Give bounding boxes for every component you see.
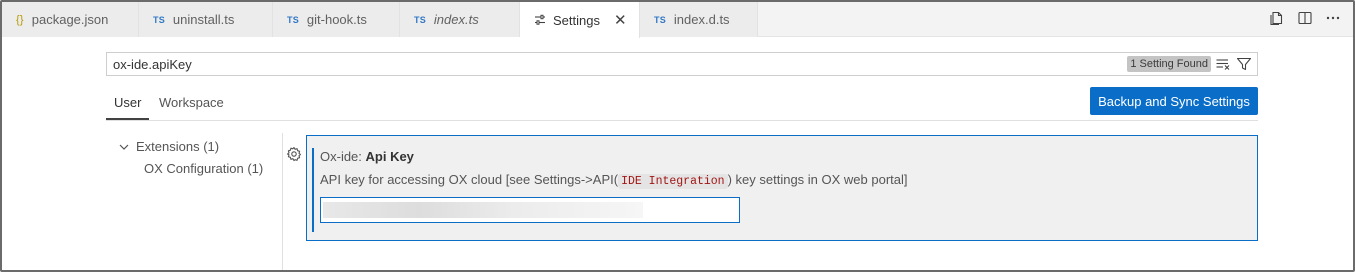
tab-git-hook-ts[interactable]: TS git-hook.ts [273, 2, 400, 37]
close-icon[interactable]: ✕ [614, 13, 627, 28]
toc-extensions-label: Extensions (1) [136, 139, 220, 154]
description-code: IDE Integration [618, 174, 728, 189]
typescript-icon: TS [654, 14, 666, 25]
split-editor-icon[interactable] [1297, 10, 1313, 26]
editor-actions [1269, 10, 1341, 26]
settings-editor-window: {} package.json TS uninstall.ts TS git-h… [0, 0, 1355, 272]
tab-label: Settings [553, 12, 600, 28]
editor-tab-bar: {} package.json TS uninstall.ts TS git-h… [2, 2, 1353, 38]
tab-uninstall-ts[interactable]: TS uninstall.ts [139, 2, 273, 37]
typescript-icon: TS [153, 14, 165, 25]
settings-search-input[interactable] [113, 55, 1013, 73]
setting-item-api-key: Ox-ide: Api Key API key for accessing OX… [306, 135, 1258, 241]
typescript-icon: TS [287, 14, 299, 25]
tab-label: package.json [31, 12, 109, 27]
api-key-field[interactable] [320, 197, 740, 223]
tab-index-d-ts[interactable]: TS index.d.ts [640, 2, 758, 37]
tab-label: uninstall.ts [172, 12, 235, 27]
header-divider [106, 120, 1258, 121]
settings-icon [534, 14, 546, 26]
backup-sync-button[interactable]: Backup and Sync Settings [1090, 87, 1258, 115]
settings-search-box: 1 Setting Found [106, 52, 1258, 76]
tab-user-scope[interactable]: User [114, 95, 141, 110]
description-text: API key for accessing OX cloud [see Sett… [320, 172, 619, 187]
gear-icon[interactable] [286, 146, 302, 162]
tab-label: index.d.ts [673, 12, 730, 27]
results-count-badge: 1 Setting Found [1127, 56, 1211, 72]
description-text-end: ) key settings in OX web portal] [727, 172, 908, 187]
toc-ox-configuration[interactable]: OX Configuration (1) [144, 161, 263, 176]
modified-indicator [312, 148, 314, 232]
typescript-icon: TS [414, 14, 426, 25]
tab-workspace-scope[interactable]: Workspace [159, 95, 224, 110]
setting-description: API key for accessing OX cloud [see Sett… [320, 172, 908, 189]
chevron-down-icon [118, 141, 132, 153]
tab-index-ts[interactable]: TS index.ts [400, 2, 520, 37]
toc-divider [282, 133, 283, 270]
setting-title: Ox-ide: Api Key [320, 149, 414, 164]
toc-extensions[interactable]: Extensions (1) [118, 139, 219, 154]
setting-category: Ox-ide: [320, 149, 366, 164]
open-changes-icon[interactable] [1269, 10, 1285, 26]
tab-package-json[interactable]: {} package.json [2, 2, 139, 37]
tab-label: index.ts [433, 12, 479, 27]
setting-name: Api Key [365, 149, 414, 164]
clear-search-icon[interactable] [1215, 56, 1231, 72]
tab-label: git-hook.ts [306, 12, 367, 27]
api-key-input[interactable] [321, 198, 739, 222]
more-actions-icon[interactable] [1325, 10, 1341, 26]
tab-settings[interactable]: Settings ✕ [520, 2, 640, 38]
filter-icon[interactable] [1236, 56, 1252, 72]
json-braces-icon: {} [16, 13, 24, 26]
